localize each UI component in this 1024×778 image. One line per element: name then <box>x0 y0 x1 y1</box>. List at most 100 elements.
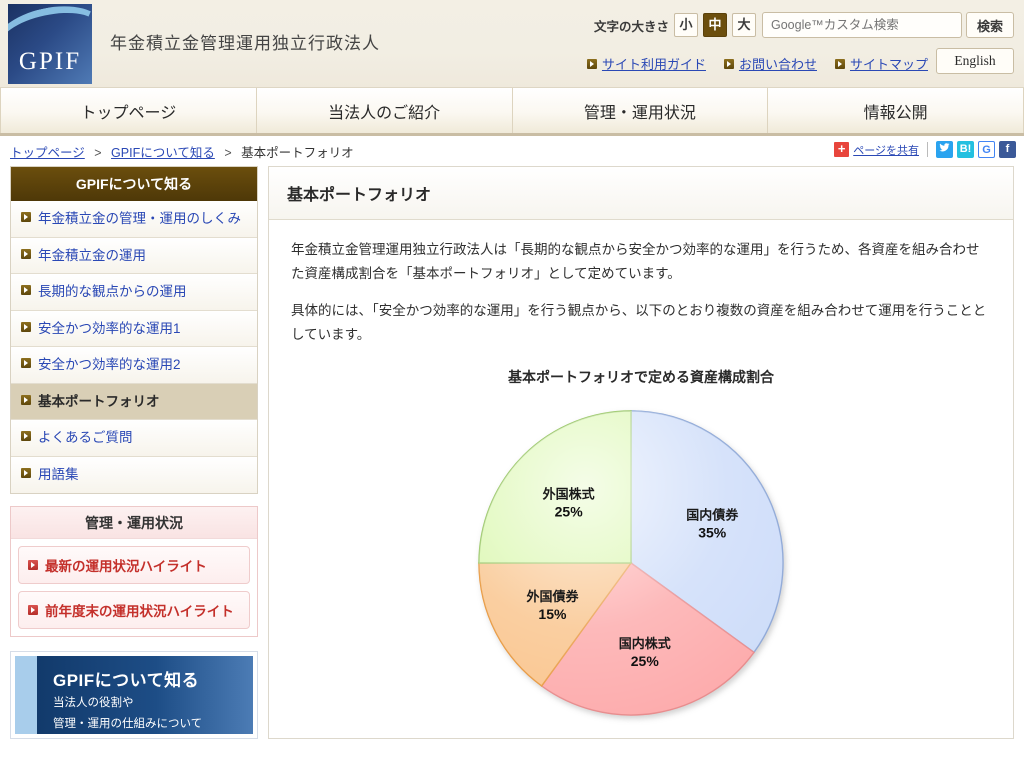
arrow-square-icon <box>21 248 31 259</box>
gpif-logo[interactable]: GPIF <box>8 4 92 84</box>
banner-inner: GPIFについて知る 当法人の役割や 管理・運用の仕組みについて <box>15 655 253 734</box>
breadcrumb-item-current: 基本ポートフォリオ <box>241 145 354 160</box>
nav-disclosure[interactable]: 情報公開 <box>768 88 1024 133</box>
font-size-control: 文字の大きさ 小 中 大 <box>594 13 756 37</box>
status-box-body: 最新の運用状況ハイライト 前年度末の運用状況ハイライト <box>11 539 257 636</box>
arrow-square-icon <box>28 604 38 615</box>
font-size-label: 文字の大きさ <box>593 19 669 34</box>
previous-year-highlight-label: 前年度末の運用状況ハイライト <box>45 603 234 619</box>
arrow-square-icon <box>21 394 31 405</box>
arrow-square-icon <box>21 358 31 369</box>
header-link-sitemap[interactable]: サイトマップ <box>834 54 928 73</box>
english-button[interactable]: English <box>936 48 1014 74</box>
font-size-large-button[interactable]: 大 <box>732 13 756 37</box>
sidebar-menu: GPIFについて知る 年金積立金の管理・運用のしくみ 年金積立金の運用 長期的な… <box>10 166 258 494</box>
about-gpif-banner[interactable]: GPIFについて知る 当法人の役割や 管理・運用の仕組みについて <box>10 650 258 739</box>
pie-slice-value: 15% <box>538 606 567 622</box>
share-plus-icon[interactable]: + <box>834 142 850 157</box>
search-button[interactable]: 検索 <box>966 12 1014 38</box>
sidebar-item-label: 年金積立金の管理・運用のしくみ <box>38 211 242 226</box>
pie-slice-label: 外国債券 <box>525 589 579 604</box>
sidebar-item-glossary[interactable]: 用語集 <box>11 456 257 493</box>
breadcrumb: トップページ > GPIFについて知る > 基本ポートフォリオ <box>10 142 354 161</box>
sidebar-item-safe-efficient-2[interactable]: 安全かつ効率的な運用2 <box>11 347 257 384</box>
nav-management-status[interactable]: 管理・運用状況 <box>512 88 769 133</box>
main-content: 基本ポートフォリオ 年金積立金管理運用独立行政法人は「長期的な観点から安全かつ効… <box>268 166 1014 739</box>
organization-name: 年金積立金管理運用独立行政法人 <box>110 34 380 53</box>
font-size-small-button[interactable]: 小 <box>674 13 698 37</box>
share-label[interactable]: ページを共有 <box>853 142 919 158</box>
status-box-title: 管理・運用状況 <box>11 506 257 539</box>
arrow-square-icon <box>834 58 845 69</box>
sidebar-item-label: 安全かつ効率的な運用2 <box>38 357 181 373</box>
sidebar-item-label: 長期的な観点からの運用 <box>38 284 187 300</box>
pie-slice-label: 国内株式 <box>619 636 671 651</box>
sidebar-item-label: 年金積立金の運用 <box>38 247 146 263</box>
sidebar-item-management[interactable]: 年金積立金の運用 <box>11 237 257 275</box>
breadcrumb-separator: > <box>224 145 232 160</box>
twitter-icon[interactable] <box>936 141 953 158</box>
pie-slice-label: 外国株式 <box>542 486 595 501</box>
sidebar-item-label: よくあるご質問 <box>38 430 133 446</box>
page-wrapper: GPIFについて知る 年金積立金の管理・運用のしくみ 年金積立金の運用 長期的な… <box>0 166 1024 739</box>
pie-slice-value: 35% <box>698 524 727 540</box>
pie-slice-value: 25% <box>631 653 660 669</box>
sidebar-item-safe-efficient-1[interactable]: 安全かつ効率的な運用1 <box>11 310 257 348</box>
pie-chart-svg: 国内債券 35% 国内株式 25% 外国債券 15% 外国株式 25% <box>478 409 784 716</box>
intro-paragraph-2: 具体的には、「安全かつ効率的な運用」を行う観点から、以下のとおり複数の資産を組み… <box>291 303 987 342</box>
arrow-square-icon <box>21 212 31 222</box>
sidebar-item-faq[interactable]: よくあるご質問 <box>11 420 257 457</box>
share-widget: + ページを共有 B! G f <box>834 141 1016 158</box>
breadcrumb-row: トップページ > GPIFについて知る > 基本ポートフォリオ + ページを共有… <box>0 136 1024 166</box>
font-size-medium-button[interactable]: 中 <box>703 13 727 37</box>
intro-paragraph-1: 年金積立金管理運用独立行政法人は「長期的な観点から安全かつ効率的な運用」を行うた… <box>291 242 980 281</box>
status-box: 管理・運用状況 最新の運用状況ハイライト 前年度末の運用状況ハイライト <box>10 505 258 637</box>
google-plus-icon[interactable]: G <box>978 141 995 158</box>
logo-text: GPIF <box>18 48 82 75</box>
header-link-site-guide[interactable]: サイト利用ガイド <box>586 54 706 73</box>
banner-content: GPIFについて知る 当法人の役割や 管理・運用の仕組みについて <box>37 655 253 734</box>
page-title: 基本ポートフォリオ <box>269 167 1013 220</box>
share-divider <box>927 142 928 157</box>
site-header: GPIF 年金積立金管理運用独立行政法人 文字の大きさ 小 中 大 検索 サイト… <box>0 0 1024 88</box>
header-link-site-guide-label[interactable]: サイト利用ガイド <box>602 54 706 73</box>
latest-highlight-button[interactable]: 最新の運用状況ハイライト <box>18 545 250 584</box>
breadcrumb-item-about-gpif[interactable]: GPIFについて知る <box>111 146 215 160</box>
sidebar-item-long-term[interactable]: 長期的な観点からの運用 <box>11 274 257 311</box>
sidebar-menu-title: GPIFについて知る <box>11 167 257 201</box>
arrow-square-icon <box>723 58 734 69</box>
header-links: サイト利用ガイド お問い合わせ サイトマップ <box>586 54 928 73</box>
arrow-square-icon <box>28 559 38 570</box>
nav-top-page[interactable]: トップページ <box>0 88 257 133</box>
nav-about-us[interactable]: 当法人のご紹介 <box>256 88 513 133</box>
breadcrumb-separator: > <box>94 145 102 160</box>
header-link-contact-label[interactable]: お問い合わせ <box>739 54 817 73</box>
banner-subtitle-line2: 管理・運用の仕組みについて <box>53 717 203 730</box>
search-input[interactable] <box>762 12 962 38</box>
header-link-sitemap-label[interactable]: サイトマップ <box>850 54 928 73</box>
breadcrumb-item-top[interactable]: トップページ <box>10 146 85 160</box>
pie-slice-label: 国内債券 <box>686 507 739 522</box>
sidebar-item-basic-portfolio[interactable]: 基本ポートフォリオ <box>11 383 257 421</box>
facebook-icon[interactable]: f <box>999 141 1016 158</box>
global-navigation: トップページ 当法人のご紹介 管理・運用状況 情報公開 <box>0 88 1024 136</box>
arrow-square-icon <box>21 467 31 478</box>
sidebar-item-label: 用語集 <box>38 466 79 482</box>
content-body: 年金積立金管理運用独立行政法人は「長期的な観点から安全かつ効率的な運用」を行うた… <box>269 220 1013 735</box>
banner-subtitle-line1: 当法人の役割や <box>53 696 134 709</box>
previous-year-highlight-button[interactable]: 前年度末の運用状況ハイライト <box>18 590 250 629</box>
pie-slice-value: 25% <box>555 503 584 519</box>
banner-title: GPIFについて知る <box>53 670 200 690</box>
latest-highlight-label: 最新の運用状況ハイライト <box>45 558 207 574</box>
banner-accent-strip <box>15 655 37 734</box>
portfolio-chart: 基本ポートフォリオで定める資産構成割合 国内債券35%国内株式25%外国 <box>291 361 991 735</box>
sidebar-item-label: 安全かつ効率的な運用1 <box>38 320 181 336</box>
hatena-bookmark-icon[interactable]: B! <box>957 141 974 158</box>
arrow-square-icon <box>21 285 31 296</box>
arrow-square-icon <box>586 58 597 69</box>
sidebar-item-mechanism[interactable]: 年金積立金の管理・運用のしくみ <box>11 201 257 238</box>
search-area: 検索 <box>762 12 1014 38</box>
header-link-contact[interactable]: お問い合わせ <box>723 54 817 73</box>
sidebar-item-label: 基本ポートフォリオ <box>38 393 160 409</box>
sidebar: GPIFについて知る 年金積立金の管理・運用のしくみ 年金積立金の運用 長期的な… <box>10 166 258 739</box>
